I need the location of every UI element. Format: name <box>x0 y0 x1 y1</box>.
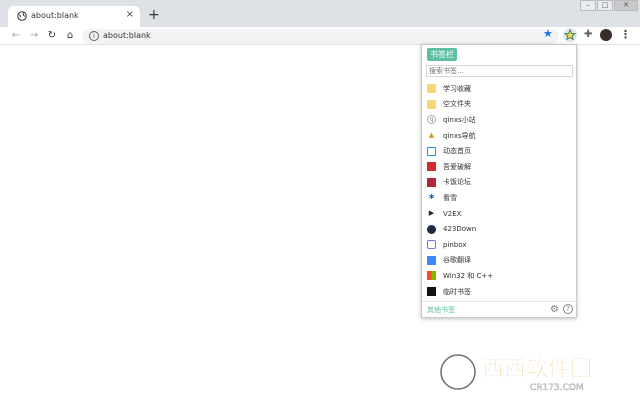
close-window-button[interactable]: ✕ <box>614 0 638 11</box>
bookmark-label: 卡饭论坛 <box>443 178 471 187</box>
bookmark-item[interactable]: 423Down <box>422 221 578 237</box>
reload-button[interactable]: ↻ <box>45 29 59 43</box>
bookmark-item[interactable]: 空文件夹 <box>422 97 578 113</box>
bookmark-list: 学习收藏 空文件夹 q qinxs小站 ▲ qinxs导航 动态首页 吾爱破解 … <box>422 81 578 299</box>
address-bar[interactable]: i about:blank <box>82 29 559 44</box>
folder-icon <box>427 84 436 94</box>
down-icon <box>427 224 436 234</box>
tab-about-blank[interactable]: about:blank × <box>8 6 140 27</box>
url-text: about:blank <box>103 31 151 40</box>
bookmark-label: pinbox <box>443 240 467 249</box>
bookmark-star-icon[interactable]: ★ <box>543 28 553 40</box>
v2ex-icon: ▶ <box>428 209 435 218</box>
popup-header-bookmarks-bar[interactable]: 书签栏 <box>427 48 457 61</box>
bookmark-item[interactable]: ▲ qinxs导航 <box>422 128 578 144</box>
tab-close-button[interactable]: × <box>126 9 134 21</box>
help-icon[interactable]: ? <box>563 304 573 314</box>
watermark-logo: 西西软件园 CR173.COM <box>438 352 592 393</box>
bookmark-extension-button[interactable] <box>563 28 577 42</box>
bookmark-item[interactable]: q qinxs小站 <box>422 112 578 128</box>
info-icon[interactable]: i <box>89 31 99 41</box>
minimize-button[interactable]: – <box>580 0 596 11</box>
toolbar: ← → ↻ ⌂ i about:blank ★ ✚ ⋮ <box>0 27 640 45</box>
snowflake-icon: ✱ <box>428 193 435 202</box>
q-site-icon: q <box>427 115 436 125</box>
popup-footer: 其他书签 ⚙ ? <box>422 301 578 317</box>
bookmark-label: 423Down <box>443 225 477 234</box>
other-bookmarks-link[interactable]: 其他书签 <box>427 305 455 315</box>
back-button[interactable]: ← <box>9 29 23 43</box>
folder-icon <box>427 99 436 109</box>
grid-icon <box>427 162 436 172</box>
bookmark-item[interactable]: 卡饭论坛 <box>422 175 578 191</box>
settings-gear-icon[interactable]: ⚙ <box>550 304 559 315</box>
window-controls: – □ ✕ <box>579 0 638 13</box>
bookmark-label: 空文件夹 <box>443 100 471 109</box>
profile-avatar[interactable] <box>600 29 612 41</box>
bookmark-label: 学习收藏 <box>443 84 471 93</box>
bookmark-item[interactable]: 动态首页 <box>422 143 578 159</box>
watermark-text: 西西软件园 <box>482 356 592 382</box>
extensions-puzzle-icon[interactable]: ✚ <box>584 29 592 40</box>
bookmark-item[interactable]: 学习收藏 <box>422 81 578 97</box>
pinbox-icon <box>427 240 436 250</box>
home-button[interactable]: ⌂ <box>63 29 77 43</box>
maximize-button[interactable]: □ <box>597 0 613 11</box>
bookmark-search-input[interactable] <box>426 65 573 77</box>
rocket-icon: ▲ <box>428 131 435 140</box>
globe-icon <box>17 11 27 21</box>
bookmark-item[interactable]: ✱ 看雪 <box>422 190 578 206</box>
bookmark-label: Win32 和 C++ <box>443 271 494 280</box>
bookmark-icon <box>427 287 436 297</box>
tab-strip: about:blank × + – □ ✕ <box>0 0 640 27</box>
bookmark-item[interactable]: ▶ V2EX <box>422 206 578 222</box>
bookmark-item[interactable]: 临时书签 <box>422 284 578 300</box>
bookmark-item[interactable]: Win32 和 C++ <box>422 268 578 284</box>
bookmark-label: 临时书签 <box>443 287 471 296</box>
windows-icon <box>427 271 436 281</box>
watermark-subtext: CR173.COM <box>530 383 584 393</box>
bookmark-label: V2EX <box>443 209 462 218</box>
new-tab-button[interactable]: + <box>148 8 160 22</box>
bookmark-label: 动态首页 <box>443 147 471 156</box>
tab-title: about:blank <box>31 11 79 20</box>
menu-icon[interactable]: ⋮ <box>620 28 631 41</box>
translate-icon <box>427 255 436 265</box>
bookmark-item[interactable]: 谷歌翻译 <box>422 253 578 269</box>
bookmark-item[interactable]: pinbox <box>422 237 578 253</box>
bookmark-label: 吾爱破解 <box>443 162 471 171</box>
tv-icon <box>427 146 436 156</box>
bookmark-popup: 书签栏 学习收藏 空文件夹 q qinxs小站 ▲ qinxs导航 动态首页 吾… <box>421 44 578 318</box>
bookmark-label: 看雪 <box>443 193 457 202</box>
forward-button[interactable]: → <box>27 29 41 43</box>
bookmark-label: qinxs导航 <box>443 131 476 140</box>
bookmark-label: qinxs小站 <box>443 115 476 124</box>
bookmark-item[interactable]: 吾爱破解 <box>422 159 578 175</box>
star-outline-icon <box>563 28 577 41</box>
bookmark-label: 谷歌翻译 <box>443 256 471 265</box>
kafan-icon <box>427 177 436 187</box>
